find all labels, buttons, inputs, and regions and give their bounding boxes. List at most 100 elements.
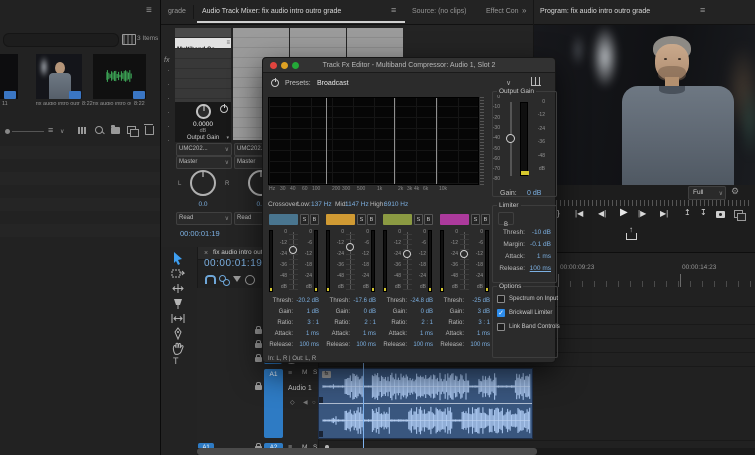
output-gain-knob[interactable]: [196, 104, 211, 119]
spectrum-graph[interactable]: [268, 97, 479, 185]
track-lock-icon[interactable]: [255, 382, 262, 390]
tab-audio-track-mixer[interactable]: Audio Track Mixer: fix audio intro outro…: [202, 8, 341, 15]
band-gain-value[interactable]: 0 dB: [349, 309, 376, 315]
add-keyframe-icon[interactable]: ○: [312, 400, 316, 406]
tab-overflow-chevron-icon[interactable]: »: [522, 7, 526, 15]
view-menu-icon[interactable]: ≡: [48, 126, 53, 135]
lift-button[interactable]: ↥: [684, 209, 691, 217]
zoom-slider-track[interactable]: [12, 131, 44, 132]
new-item-icon[interactable]: [127, 126, 139, 137]
limiter-attack-value[interactable]: 1 ms: [519, 253, 551, 261]
effect-power-icon[interactable]: [220, 104, 228, 113]
band-release-value[interactable]: 100 ms: [349, 342, 376, 348]
output-bus-select[interactable]: Master ∨: [176, 156, 232, 169]
zoom-slider-handle[interactable]: [5, 129, 10, 134]
effects-twirl-label[interactable]: fx: [164, 57, 169, 64]
mixer-timecode[interactable]: 00:00:01:19: [180, 230, 220, 238]
limiter-margin-value[interactable]: -0.1 dB: [519, 241, 551, 249]
panel-menu-icon[interactable]: ≡: [146, 6, 152, 16]
h-scrollbar-thumb[interactable]: [197, 448, 537, 455]
band-gain-value[interactable]: 3 dB: [463, 309, 490, 315]
gain-value[interactable]: 0 dB: [527, 190, 541, 197]
export-button[interactable]: ↑: [626, 225, 637, 240]
icon-view-icon[interactable]: [78, 127, 86, 134]
slot-menu-icon[interactable]: ≡: [226, 40, 230, 46]
band-gain-value[interactable]: 0 dB: [406, 309, 433, 315]
program-scrub-ruler[interactable]: [540, 200, 750, 206]
band-bypass-button[interactable]: B: [481, 214, 490, 225]
crossover-line-mid[interactable]: [394, 98, 395, 184]
step-back-button[interactable]: ◀|: [598, 210, 606, 218]
project-search-input[interactable]: [3, 33, 119, 47]
band-bypass-button[interactable]: B: [367, 214, 376, 225]
project-item-audio[interactable]: [93, 54, 146, 99]
option-row[interactable]: Link Band Controls: [497, 323, 560, 335]
crossover-line-high[interactable]: [436, 98, 437, 184]
low-value[interactable]: 137 Hz: [311, 201, 332, 209]
band-thresh-value[interactable]: -25 dB: [463, 298, 490, 304]
output-gain-slider-handle[interactable]: [506, 134, 515, 143]
band-thresh-knob[interactable]: [289, 246, 297, 254]
band-attack-value[interactable]: 1 ms: [463, 331, 490, 337]
panel-menu-icon[interactable]: ≡: [391, 6, 396, 15]
mid-value[interactable]: 1147 Hz: [345, 201, 369, 209]
prev-keyframe-icon[interactable]: ◀: [303, 400, 308, 406]
ripple-edit-tool[interactable]: [171, 282, 185, 295]
track-name[interactable]: Audio 1: [288, 385, 312, 392]
band-thresh-value[interactable]: -17.6 dB: [349, 298, 376, 304]
pen-tool[interactable]: [171, 327, 185, 340]
band-ratio-value[interactable]: 2 : 1: [406, 320, 433, 326]
tab-source[interactable]: Source: (no clips): [412, 8, 466, 15]
band-release-value[interactable]: 100 ms: [292, 342, 319, 348]
play-button[interactable]: ▶: [620, 208, 628, 218]
extract-button[interactable]: ↧: [700, 209, 707, 217]
tab-program[interactable]: Program: fix audio intro outro grade: [540, 8, 650, 15]
insert-slot-denoise[interactable]: DeNoise: [175, 28, 231, 38]
limiter-release-value[interactable]: 100 ms: [519, 265, 551, 273]
band-thresh-knob[interactable]: [460, 250, 468, 258]
band-attack-value[interactable]: 1 ms: [406, 331, 433, 337]
output-gain-label[interactable]: Output Gain: [175, 135, 231, 141]
track-lock-icon[interactable]: [255, 354, 262, 362]
limiter-bypass-button[interactable]: B: [498, 212, 514, 228]
automation-mode-select[interactable]: Read ∨: [176, 212, 232, 225]
checkbox[interactable]: [497, 295, 505, 303]
input-device-select[interactable]: UMC202... ∨: [176, 143, 232, 156]
band-solo-button[interactable]: S: [414, 214, 423, 225]
dialog-titlebar[interactable]: Track Fx Editor - Multiband Compressor: …: [263, 58, 555, 73]
zoom-level-select[interactable]: Full ∨: [688, 186, 726, 200]
timeline-timecode[interactable]: 00:00:01:19: [204, 259, 262, 269]
band-thresh-value[interactable]: -20.2 dB: [292, 298, 319, 304]
track-select-tool[interactable]: [171, 267, 185, 280]
band-solo-button[interactable]: S: [471, 214, 480, 225]
band-bypass-button[interactable]: B: [424, 214, 433, 225]
band-ratio-value[interactable]: 2 : 1: [349, 320, 376, 326]
filmstrip-view-icon[interactable]: [122, 34, 136, 45]
view-menu-chevron-icon[interactable]: ∨: [60, 129, 64, 135]
h-scrollbar-track[interactable]: [197, 448, 755, 455]
band-color-swatch[interactable]: [269, 214, 298, 225]
checkbox[interactable]: [497, 323, 505, 331]
band-attack-value[interactable]: 1 ms: [292, 331, 319, 337]
close-icon[interactable]: ×: [204, 250, 208, 257]
band-release-value[interactable]: 100 ms: [406, 342, 433, 348]
add-marker-icon[interactable]: [233, 276, 241, 282]
tab-grade[interactable]: grade: [168, 8, 186, 15]
param-select-chevron-icon[interactable]: ▾: [226, 135, 229, 141]
selection-tool[interactable]: [171, 251, 185, 265]
band-color-swatch[interactable]: [383, 214, 412, 225]
snap-icon[interactable]: [205, 275, 216, 284]
mute-button[interactable]: M: [302, 369, 307, 377]
band-ratio-value[interactable]: 3 : 1: [463, 320, 490, 326]
channel-map-icon[interactable]: [531, 77, 541, 86]
track-options-icon[interactable]: ≡: [288, 370, 292, 377]
delete-icon[interactable]: [144, 124, 154, 135]
type-tool[interactable]: T: [173, 357, 179, 366]
empty-insert-slots[interactable]: [175, 49, 231, 103]
band-thresh-value[interactable]: -24.8 dB: [406, 298, 433, 304]
step-forward-button[interactable]: |▶: [638, 210, 646, 218]
new-bin-icon[interactable]: [111, 125, 120, 134]
track-lock-icon[interactable]: [255, 340, 262, 348]
band-bypass-button[interactable]: B: [310, 214, 319, 225]
program-video[interactable]: [534, 25, 755, 185]
